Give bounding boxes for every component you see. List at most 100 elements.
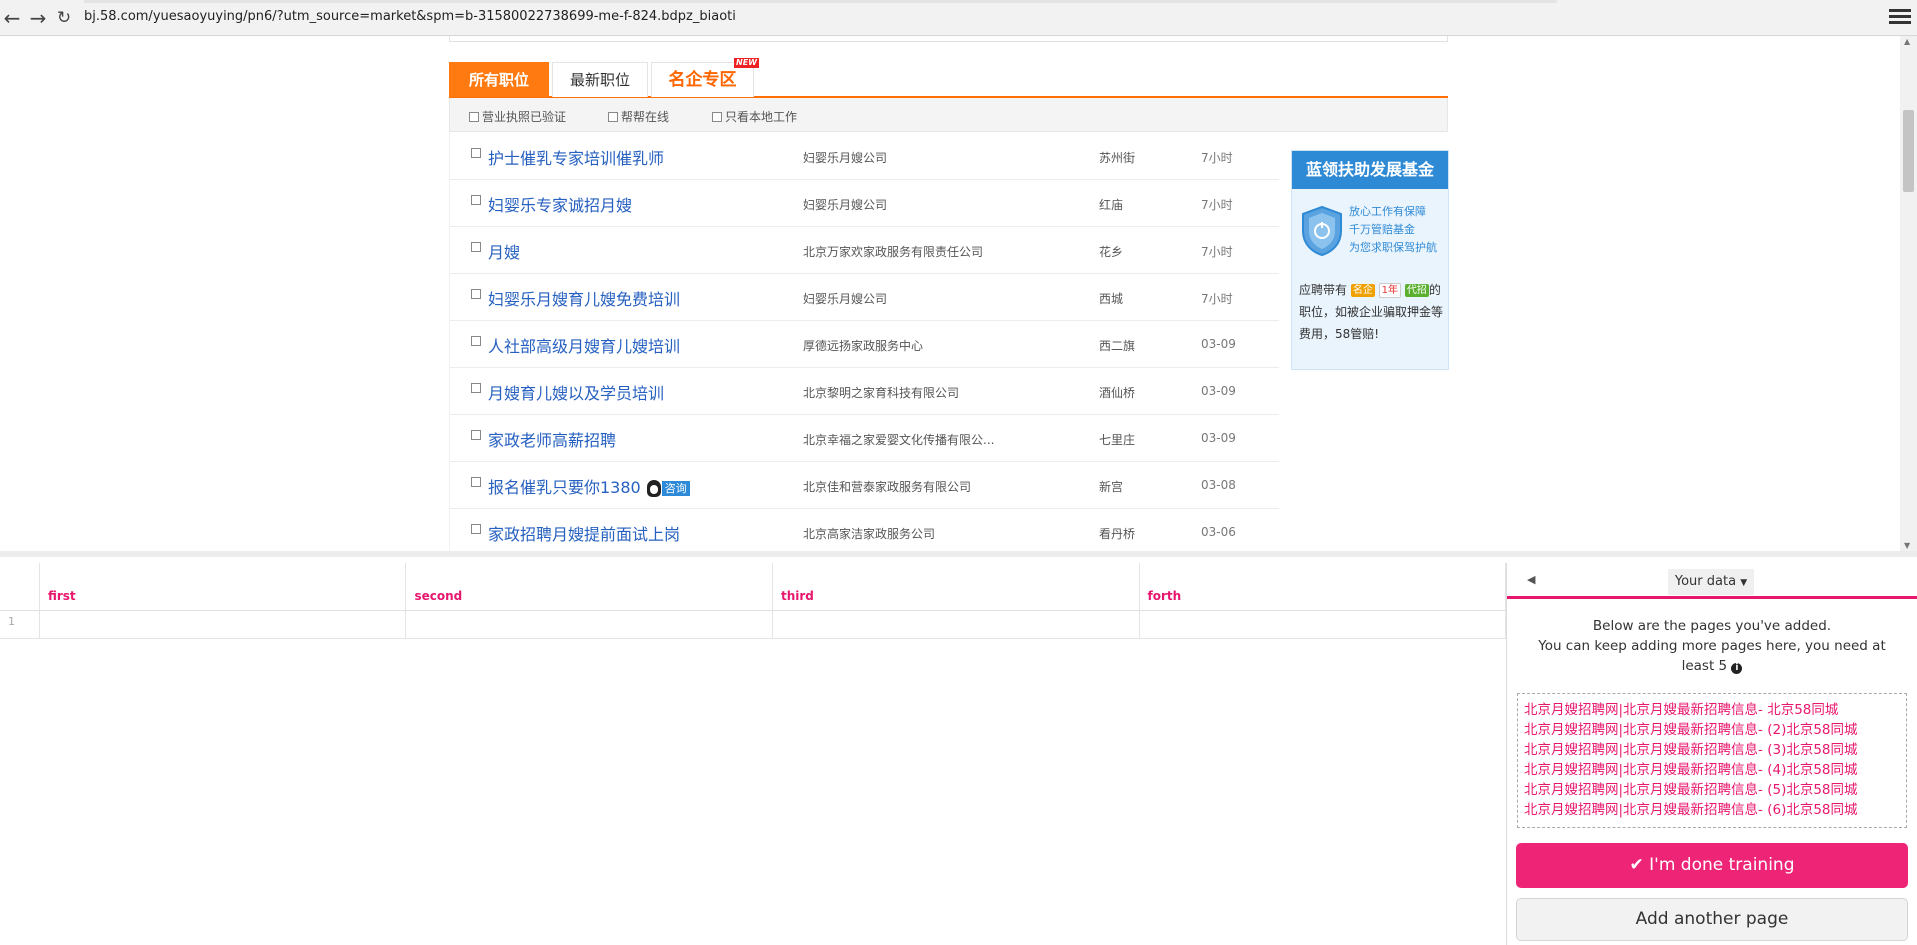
hamburger-menu-icon[interactable] xyxy=(1889,7,1911,27)
desc-text: 应聘带有 xyxy=(1299,283,1348,297)
post-time: 7小时 xyxy=(1201,198,1233,212)
grid-cell[interactable] xyxy=(1140,611,1507,638)
sidebar-ad[interactable]: 蓝领扶助发展基金 放心工作有保障 千万管赔基金 为您求职保驾护航 应聘带有 名企… xyxy=(1291,150,1449,370)
qq-consult-button[interactable]: 咨询 xyxy=(646,480,690,497)
job-checkbox[interactable] xyxy=(471,524,481,534)
qq-penguin-icon xyxy=(646,480,661,497)
job-row: 月嫂 北京万家欢家政服务有限责任公司 花乡 7小时 xyxy=(449,227,1279,274)
caret-down-icon: ▼ xyxy=(1740,578,1748,588)
added-page-item[interactable]: 北京月嫂招聘网|北京月嫂最新招聘信息- (5)北京58同城 xyxy=(1524,780,1906,800)
page-scrollbar[interactable]: ▲ ▼ xyxy=(1900,36,1917,551)
ad-heading: 蓝领扶助发展基金 xyxy=(1292,151,1448,189)
consult-label: 咨询 xyxy=(661,481,690,496)
job-checkbox[interactable] xyxy=(471,477,481,487)
top-box-edge xyxy=(449,36,1448,42)
job-title-link[interactable]: 妇婴乐月嫂育儿嫂免费培训 xyxy=(488,286,680,310)
column-header-second[interactable]: second xyxy=(406,563,773,610)
job-title-link[interactable]: 月嫂育儿嫂以及学员培训 xyxy=(488,380,664,404)
company-link[interactable]: 北京高家洁家政服务公司 xyxy=(803,525,935,542)
job-area: 新宫 xyxy=(1099,480,1124,494)
job-title: 人社部高级月嫂育儿嫂培训 xyxy=(488,337,681,356)
agency-recruit-tag: 代招 xyxy=(1404,284,1429,297)
your-data-dropdown[interactable]: Your data ▼ xyxy=(1668,569,1754,595)
filter-label: 营业执照已验证 xyxy=(482,110,567,124)
forward-arrow-icon[interactable]: → xyxy=(28,8,48,28)
job-title-link[interactable]: 家政招聘月嫂提前面试上岗 xyxy=(488,521,680,545)
job-title: 护士催乳专家培训催乳师 xyxy=(488,149,665,168)
info-icon[interactable]: i xyxy=(1731,663,1743,674)
panel-header: ◀ Your data ▼ xyxy=(1507,563,1917,599)
grid-cell[interactable] xyxy=(406,611,773,638)
corner-cell xyxy=(0,563,40,610)
company-link[interactable]: 北京幸福之家爱婴文化传播有限公... xyxy=(803,431,994,448)
added-page-item[interactable]: 北京月嫂招聘网|北京月嫂最新招聘信息- (6)北京58同城 xyxy=(1524,800,1906,820)
scroll-up-icon[interactable]: ▲ xyxy=(1904,37,1910,46)
job-title: 家政老师高薪招聘 xyxy=(488,431,617,450)
company-link[interactable]: 妇婴乐月嫂公司 xyxy=(803,196,887,213)
added-page-item[interactable]: 北京月嫂招聘网|北京月嫂最新招聘信息- (2)北京58同城 xyxy=(1524,720,1906,740)
company-link[interactable]: 妇婴乐月嫂公司 xyxy=(803,290,887,307)
job-checkbox[interactable] xyxy=(471,289,481,299)
job-title: 妇婴乐月嫂育儿嫂免费培训 xyxy=(488,290,681,309)
training-tool: first second third forth 1 ◀ Your data ▼… xyxy=(0,551,1917,945)
job-row: 妇婴乐专家诚招月嫂 妇婴乐月嫂公司 红庙 7小时 xyxy=(449,180,1279,227)
post-time: 03-09 xyxy=(1201,431,1236,445)
job-row: 妇婴乐月嫂育儿嫂免费培训 妇婴乐月嫂公司 西城 7小时 xyxy=(449,274,1279,321)
tab-all-jobs[interactable]: 所有职位 xyxy=(449,62,549,97)
tab-famous-companies[interactable]: 名企专区 NEW xyxy=(651,58,759,97)
post-time: 03-09 xyxy=(1201,384,1236,398)
company-link[interactable]: 北京万家欢家政服务有限责任公司 xyxy=(803,243,983,260)
job-title-link[interactable]: 月嫂 xyxy=(488,239,520,263)
job-checkbox[interactable] xyxy=(471,242,481,252)
added-page-item[interactable]: 北京月嫂招聘网|北京月嫂最新招聘信息- (3)北京58同城 xyxy=(1524,740,1906,760)
column-header-third[interactable]: third xyxy=(773,563,1140,610)
job-row: 护士催乳专家培训催乳师 妇婴乐月嫂公司 苏州街 7小时 xyxy=(449,133,1279,180)
post-time: 03-06 xyxy=(1201,525,1236,539)
checkbox[interactable] xyxy=(469,111,479,122)
reload-icon[interactable]: ↻ xyxy=(54,8,74,28)
company-link[interactable]: 北京黎明之家育科技有限公司 xyxy=(803,384,959,401)
job-checkbox[interactable] xyxy=(471,383,481,393)
column-header-forth[interactable]: forth xyxy=(1140,563,1507,610)
filter-local-only[interactable]: 只看本地工作 xyxy=(712,108,797,125)
job-checkbox[interactable] xyxy=(471,430,481,440)
job-checkbox[interactable] xyxy=(471,148,481,158)
post-time: 7小时 xyxy=(1201,151,1233,165)
job-checkbox[interactable] xyxy=(471,195,481,205)
scroll-down-icon[interactable]: ▼ xyxy=(1904,541,1910,550)
collapse-caret-icon[interactable]: ◀ xyxy=(1527,573,1535,586)
job-title-link[interactable]: 护士催乳专家培训催乳师 xyxy=(488,145,664,169)
job-title-link[interactable]: 家政老师高薪招聘 xyxy=(488,427,616,451)
checkbox[interactable] xyxy=(608,111,618,122)
job-checkbox[interactable] xyxy=(471,336,481,346)
added-page-item[interactable]: 北京月嫂招聘网|北京月嫂最新招聘信息- (4)北京58同城 xyxy=(1524,760,1906,780)
grid-cell[interactable] xyxy=(773,611,1140,638)
address-bar[interactable]: bj.58.com/yuesaoyuying/pn6/?utm_source=m… xyxy=(84,9,736,24)
row-number: 1 xyxy=(0,611,40,638)
filter-bangbang-online[interactable]: 帮帮在线 xyxy=(608,108,669,125)
job-row: 家政招聘月嫂提前面试上岗 北京高家洁家政服务公司 看丹桥 03-06 xyxy=(449,509,1279,551)
job-title: 月嫂 xyxy=(488,243,521,262)
filter-license-verified[interactable]: 营业执照已验证 xyxy=(469,108,566,125)
browser-toolbar: ← → ↻ bj.58.com/yuesaoyuying/pn6/?utm_so… xyxy=(0,0,1917,36)
checkbox[interactable] xyxy=(712,111,722,122)
added-page-item[interactable]: 北京月嫂招聘网|北京月嫂最新招聘信息- 北京58同城 xyxy=(1524,700,1906,720)
company-link[interactable]: 北京佳和营泰家政服务有限公司 xyxy=(803,478,971,495)
one-year-tag: 1年 xyxy=(1378,283,1402,298)
dropdown-label: Your data xyxy=(1674,574,1737,589)
column-header-first[interactable]: first xyxy=(40,563,407,610)
grid-cell[interactable] xyxy=(40,611,407,638)
panel-info: Below are the pages you've added. You ca… xyxy=(1507,616,1917,676)
tab-latest-jobs[interactable]: 最新职位 xyxy=(552,62,648,97)
company-link[interactable]: 妇婴乐月嫂公司 xyxy=(803,149,887,166)
job-title-link[interactable]: 人社部高级月嫂育儿嫂培训 xyxy=(488,333,680,357)
done-training-button[interactable]: ✔ I'm done training xyxy=(1516,843,1908,888)
scrollbar-thumb[interactable] xyxy=(1903,110,1914,192)
company-link[interactable]: 厚德远扬家政服务中心 xyxy=(803,337,923,354)
post-time: 7小时 xyxy=(1201,245,1233,259)
job-title-link[interactable]: 报名催乳只要你1380 咨询 xyxy=(488,474,690,498)
data-grid: first second third forth 1 xyxy=(0,563,1507,639)
job-title-link[interactable]: 妇婴乐专家诚招月嫂 xyxy=(488,192,632,216)
back-arrow-icon[interactable]: ← xyxy=(2,8,22,28)
add-another-page-button[interactable]: Add another page xyxy=(1516,898,1908,941)
